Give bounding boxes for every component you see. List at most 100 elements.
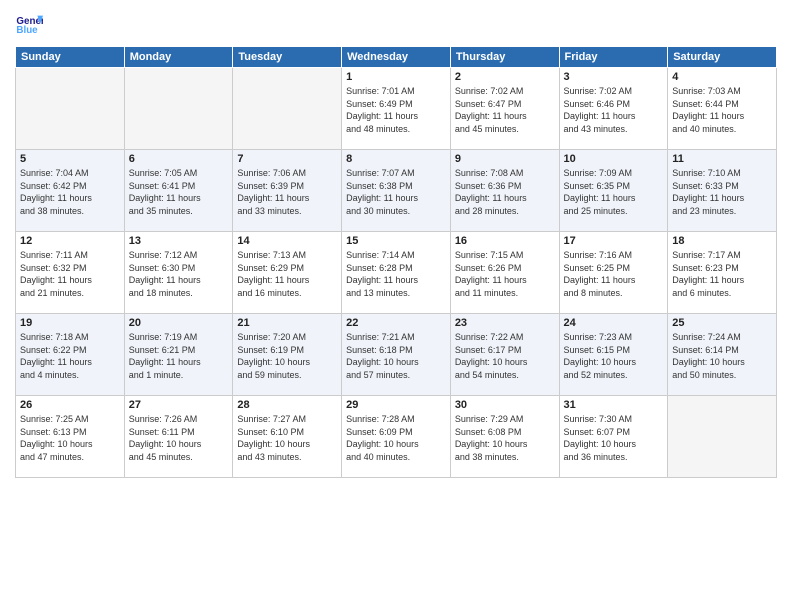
- day-info: Sunrise: 7:06 AM Sunset: 6:39 PM Dayligh…: [237, 167, 337, 217]
- day-info: Sunrise: 7:20 AM Sunset: 6:19 PM Dayligh…: [237, 331, 337, 381]
- day-info: Sunrise: 7:02 AM Sunset: 6:46 PM Dayligh…: [564, 85, 664, 135]
- calendar-cell: [233, 68, 342, 150]
- day-info: Sunrise: 7:18 AM Sunset: 6:22 PM Dayligh…: [20, 331, 120, 381]
- calendar-cell: 21 Sunrise: 7:20 AM Sunset: 6:19 PM Dayli…: [233, 314, 342, 396]
- calendar-cell: 8 Sunrise: 7:07 AM Sunset: 6:38 PM Daylig…: [342, 150, 451, 232]
- day-info: Sunrise: 7:11 AM Sunset: 6:32 PM Dayligh…: [20, 249, 120, 299]
- day-number: 18: [672, 235, 772, 247]
- day-number: 3: [564, 71, 664, 83]
- calendar-cell: 20 Sunrise: 7:19 AM Sunset: 6:21 PM Dayli…: [124, 314, 233, 396]
- day-info: Sunrise: 7:01 AM Sunset: 6:49 PM Dayligh…: [346, 85, 446, 135]
- day-number: 1: [346, 71, 446, 83]
- day-info: Sunrise: 7:29 AM Sunset: 6:08 PM Dayligh…: [455, 413, 555, 463]
- calendar-week-row: 19 Sunrise: 7:18 AM Sunset: 6:22 PM Dayli…: [16, 314, 777, 396]
- day-info: Sunrise: 7:12 AM Sunset: 6:30 PM Dayligh…: [129, 249, 229, 299]
- calendar-cell: 16 Sunrise: 7:15 AM Sunset: 6:26 PM Dayli…: [450, 232, 559, 314]
- day-number: 22: [346, 317, 446, 329]
- day-number: 30: [455, 399, 555, 411]
- day-info: Sunrise: 7:09 AM Sunset: 6:35 PM Dayligh…: [564, 167, 664, 217]
- calendar-cell: 10 Sunrise: 7:09 AM Sunset: 6:35 PM Dayli…: [559, 150, 668, 232]
- day-number: 7: [237, 153, 337, 165]
- header-thursday: Thursday: [450, 47, 559, 68]
- day-info: Sunrise: 7:27 AM Sunset: 6:10 PM Dayligh…: [237, 413, 337, 463]
- calendar-cell: 1 Sunrise: 7:01 AM Sunset: 6:49 PM Daylig…: [342, 68, 451, 150]
- day-number: 15: [346, 235, 446, 247]
- day-info: Sunrise: 7:23 AM Sunset: 6:15 PM Dayligh…: [564, 331, 664, 381]
- calendar-cell: 19 Sunrise: 7:18 AM Sunset: 6:22 PM Dayli…: [16, 314, 125, 396]
- logo-icon: General Blue: [15, 10, 43, 38]
- calendar-cell: 5 Sunrise: 7:04 AM Sunset: 6:42 PM Daylig…: [16, 150, 125, 232]
- day-number: 27: [129, 399, 229, 411]
- day-number: 17: [564, 235, 664, 247]
- calendar-cell: 22 Sunrise: 7:21 AM Sunset: 6:18 PM Dayli…: [342, 314, 451, 396]
- calendar-week-row: 5 Sunrise: 7:04 AM Sunset: 6:42 PM Daylig…: [16, 150, 777, 232]
- day-info: Sunrise: 7:02 AM Sunset: 6:47 PM Dayligh…: [455, 85, 555, 135]
- day-number: 5: [20, 153, 120, 165]
- page-header: General Blue: [15, 10, 777, 38]
- day-info: Sunrise: 7:22 AM Sunset: 6:17 PM Dayligh…: [455, 331, 555, 381]
- day-info: Sunrise: 7:25 AM Sunset: 6:13 PM Dayligh…: [20, 413, 120, 463]
- calendar-cell: [124, 68, 233, 150]
- calendar-cell: 24 Sunrise: 7:23 AM Sunset: 6:15 PM Dayli…: [559, 314, 668, 396]
- day-number: 25: [672, 317, 772, 329]
- day-number: 13: [129, 235, 229, 247]
- calendar-cell: 6Sunrise: 7:05 AM Sunset: 6:41 PM Daylig…: [124, 150, 233, 232]
- day-number: 2: [455, 71, 555, 83]
- day-number: 21: [237, 317, 337, 329]
- day-info: Sunrise: 7:24 AM Sunset: 6:14 PM Dayligh…: [672, 331, 772, 381]
- calendar-cell: 2 Sunrise: 7:02 AM Sunset: 6:47 PM Daylig…: [450, 68, 559, 150]
- calendar-header-row: SundayMondayTuesdayWednesdayThursdayFrid…: [16, 47, 777, 68]
- calendar-cell: 3 Sunrise: 7:02 AM Sunset: 6:46 PM Daylig…: [559, 68, 668, 150]
- day-number: 24: [564, 317, 664, 329]
- day-number: 26: [20, 399, 120, 411]
- header-sunday: Sunday: [16, 47, 125, 68]
- day-number: 23: [455, 317, 555, 329]
- calendar-week-row: 12Sunrise: 7:11 AM Sunset: 6:32 PM Dayli…: [16, 232, 777, 314]
- day-info: Sunrise: 7:19 AM Sunset: 6:21 PM Dayligh…: [129, 331, 229, 381]
- day-info: Sunrise: 7:30 AM Sunset: 6:07 PM Dayligh…: [564, 413, 664, 463]
- day-number: 14: [237, 235, 337, 247]
- header-monday: Monday: [124, 47, 233, 68]
- calendar-cell: 13 Sunrise: 7:12 AM Sunset: 6:30 PM Dayli…: [124, 232, 233, 314]
- day-number: 20: [129, 317, 229, 329]
- header-tuesday: Tuesday: [233, 47, 342, 68]
- day-info: Sunrise: 7:05 AM Sunset: 6:41 PM Dayligh…: [129, 167, 229, 217]
- calendar-cell: 27 Sunrise: 7:26 AM Sunset: 6:11 PM Dayli…: [124, 396, 233, 478]
- calendar-cell: 30 Sunrise: 7:29 AM Sunset: 6:08 PM Dayli…: [450, 396, 559, 478]
- calendar-cell: 9Sunrise: 7:08 AM Sunset: 6:36 PM Daylig…: [450, 150, 559, 232]
- day-info: Sunrise: 7:26 AM Sunset: 6:11 PM Dayligh…: [129, 413, 229, 463]
- calendar: SundayMondayTuesdayWednesdayThursdayFrid…: [15, 46, 777, 478]
- day-info: Sunrise: 7:14 AM Sunset: 6:28 PM Dayligh…: [346, 249, 446, 299]
- day-info: Sunrise: 7:07 AM Sunset: 6:38 PM Dayligh…: [346, 167, 446, 217]
- calendar-cell: 28 Sunrise: 7:27 AM Sunset: 6:10 PM Dayli…: [233, 396, 342, 478]
- day-info: Sunrise: 7:13 AM Sunset: 6:29 PM Dayligh…: [237, 249, 337, 299]
- day-number: 31: [564, 399, 664, 411]
- day-info: Sunrise: 7:15 AM Sunset: 6:26 PM Dayligh…: [455, 249, 555, 299]
- calendar-cell: [16, 68, 125, 150]
- calendar-cell: 12Sunrise: 7:11 AM Sunset: 6:32 PM Dayli…: [16, 232, 125, 314]
- day-number: 16: [455, 235, 555, 247]
- logo: General Blue: [15, 10, 45, 38]
- calendar-cell: 23 Sunrise: 7:22 AM Sunset: 6:17 PM Dayli…: [450, 314, 559, 396]
- calendar-cell: [668, 396, 777, 478]
- day-info: Sunrise: 7:03 AM Sunset: 6:44 PM Dayligh…: [672, 85, 772, 135]
- svg-text:Blue: Blue: [16, 25, 38, 36]
- calendar-cell: 4Sunrise: 7:03 AM Sunset: 6:44 PM Daylig…: [668, 68, 777, 150]
- day-info: Sunrise: 7:04 AM Sunset: 6:42 PM Dayligh…: [20, 167, 120, 217]
- day-number: 10: [564, 153, 664, 165]
- day-info: Sunrise: 7:21 AM Sunset: 6:18 PM Dayligh…: [346, 331, 446, 381]
- calendar-week-row: 26 Sunrise: 7:25 AM Sunset: 6:13 PM Dayli…: [16, 396, 777, 478]
- day-number: 29: [346, 399, 446, 411]
- calendar-cell: 14 Sunrise: 7:13 AM Sunset: 6:29 PM Dayli…: [233, 232, 342, 314]
- day-number: 8: [346, 153, 446, 165]
- day-info: Sunrise: 7:10 AM Sunset: 6:33 PM Dayligh…: [672, 167, 772, 217]
- header-wednesday: Wednesday: [342, 47, 451, 68]
- day-number: 19: [20, 317, 120, 329]
- day-info: Sunrise: 7:16 AM Sunset: 6:25 PM Dayligh…: [564, 249, 664, 299]
- calendar-cell: 7 Sunrise: 7:06 AM Sunset: 6:39 PM Daylig…: [233, 150, 342, 232]
- day-number: 28: [237, 399, 337, 411]
- calendar-cell: 25 Sunrise: 7:24 AM Sunset: 6:14 PM Dayli…: [668, 314, 777, 396]
- day-info: Sunrise: 7:08 AM Sunset: 6:36 PM Dayligh…: [455, 167, 555, 217]
- calendar-cell: 15 Sunrise: 7:14 AM Sunset: 6:28 PM Dayli…: [342, 232, 451, 314]
- calendar-cell: 29Sunrise: 7:28 AM Sunset: 6:09 PM Dayli…: [342, 396, 451, 478]
